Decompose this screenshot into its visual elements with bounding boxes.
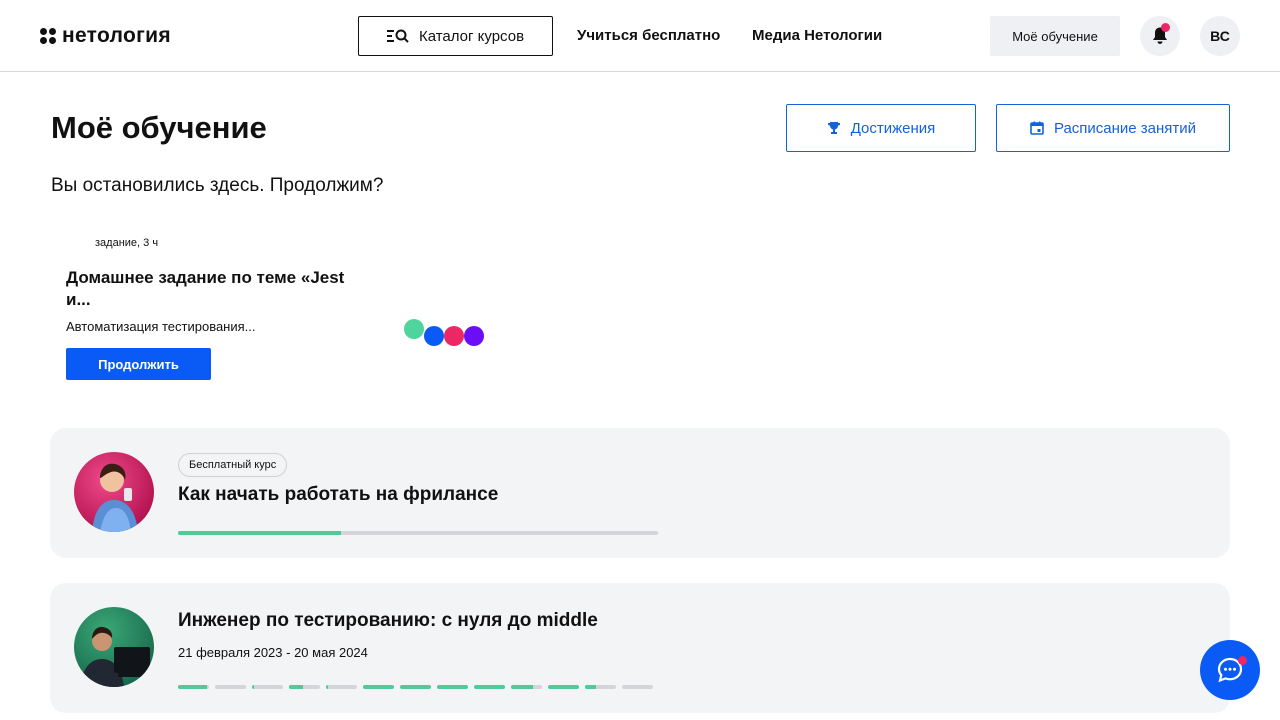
task-meta: задание, 3 ч xyxy=(95,237,159,249)
course-title[interactable]: Инженер по тестированию: с нуля до middl… xyxy=(178,610,598,632)
course-card-freelance[interactable]: Бесплатный курс Как начать работать на ф… xyxy=(50,428,1230,558)
module-progress-segment-fill xyxy=(511,685,533,689)
nav-media[interactable]: Медиа Нетологии xyxy=(752,27,882,44)
task-course-name: Автоматизация тестирования... xyxy=(66,319,256,334)
module-progress-segment xyxy=(622,685,653,689)
module-progress-segment xyxy=(400,685,431,689)
list-search-icon xyxy=(386,29,409,43)
module-progress-segment-fill xyxy=(474,685,505,689)
module-progress-segment-fill xyxy=(437,685,468,689)
module-progress-segment xyxy=(215,685,246,689)
module-progress-segment xyxy=(289,685,320,689)
notifications-button[interactable] xyxy=(1140,16,1180,56)
calendar-icon xyxy=(1030,121,1044,135)
decorative-dot-pink xyxy=(444,326,464,346)
module-progress-segment xyxy=(437,685,468,689)
achievements-label: Достижения xyxy=(850,119,936,137)
course-avatar-image xyxy=(74,607,154,687)
support-chat-button[interactable] xyxy=(1200,640,1260,700)
course-progress-fill xyxy=(178,531,342,535)
module-progress-segment xyxy=(474,685,505,689)
module-progress-segment xyxy=(548,685,579,689)
module-progress-segment-fill xyxy=(585,685,596,689)
module-progress-segment xyxy=(252,685,283,689)
schedule-button[interactable]: Расписание занятий xyxy=(996,104,1230,152)
decorative-dot-purple xyxy=(464,326,484,346)
module-progress-segment xyxy=(511,685,542,689)
course-avatar-image xyxy=(74,452,154,532)
logo[interactable]: нетология xyxy=(40,24,171,48)
achievements-button[interactable]: Достижения xyxy=(786,104,976,152)
course-dates: 21 февраля 2023 - 20 мая 2024 xyxy=(178,645,368,660)
module-progress-segment xyxy=(178,685,209,689)
decorative-dot-green xyxy=(404,319,424,339)
decorative-dot-blue xyxy=(424,326,444,346)
task-title[interactable]: Домашнее задание по теме «Jest и... xyxy=(66,267,346,311)
module-progress-segment-fill xyxy=(252,685,254,689)
module-progress-segment xyxy=(585,685,616,689)
my-learning-button[interactable]: Моё обучение xyxy=(990,16,1120,56)
course-card-qa-engineer[interactable]: Инженер по тестированию: с нуля до middl… xyxy=(50,583,1230,713)
course-title[interactable]: Как начать работать на фрилансе xyxy=(178,484,498,506)
catalog-label: Каталог курсов xyxy=(418,27,525,45)
trophy-icon xyxy=(827,122,840,134)
catalog-button[interactable]: Каталог курсов xyxy=(358,16,553,56)
notification-dot xyxy=(1161,23,1170,32)
top-header: нетология Каталог курсов Учиться бесплат… xyxy=(0,0,1280,72)
course-progress-bar xyxy=(178,531,658,535)
module-progress-segment-fill xyxy=(326,685,328,689)
nav-free-learning[interactable]: Учиться бесплатно xyxy=(577,27,720,44)
page-title: Моё обучение xyxy=(51,110,267,145)
user-avatar[interactable]: ВС xyxy=(1200,16,1240,56)
module-progress-segment-fill xyxy=(548,685,579,689)
module-progress-segment-fill xyxy=(178,685,208,689)
module-progress-segment-fill xyxy=(400,685,431,689)
resume-prompt: Вы остановились здесь. Продолжим? xyxy=(51,175,384,196)
chat-notification-dot xyxy=(1238,656,1247,665)
module-progress-segment xyxy=(326,685,357,689)
free-course-badge: Бесплатный курс xyxy=(178,453,288,477)
module-progress-segment xyxy=(363,685,394,689)
logo-text: нетология xyxy=(62,24,171,47)
schedule-label: Расписание занятий xyxy=(1053,119,1197,137)
logo-mark-icon xyxy=(40,28,56,44)
module-progress-segment-fill xyxy=(363,685,394,689)
module-progress-segment-fill xyxy=(289,685,303,689)
continue-button[interactable]: Продолжить xyxy=(66,348,211,380)
